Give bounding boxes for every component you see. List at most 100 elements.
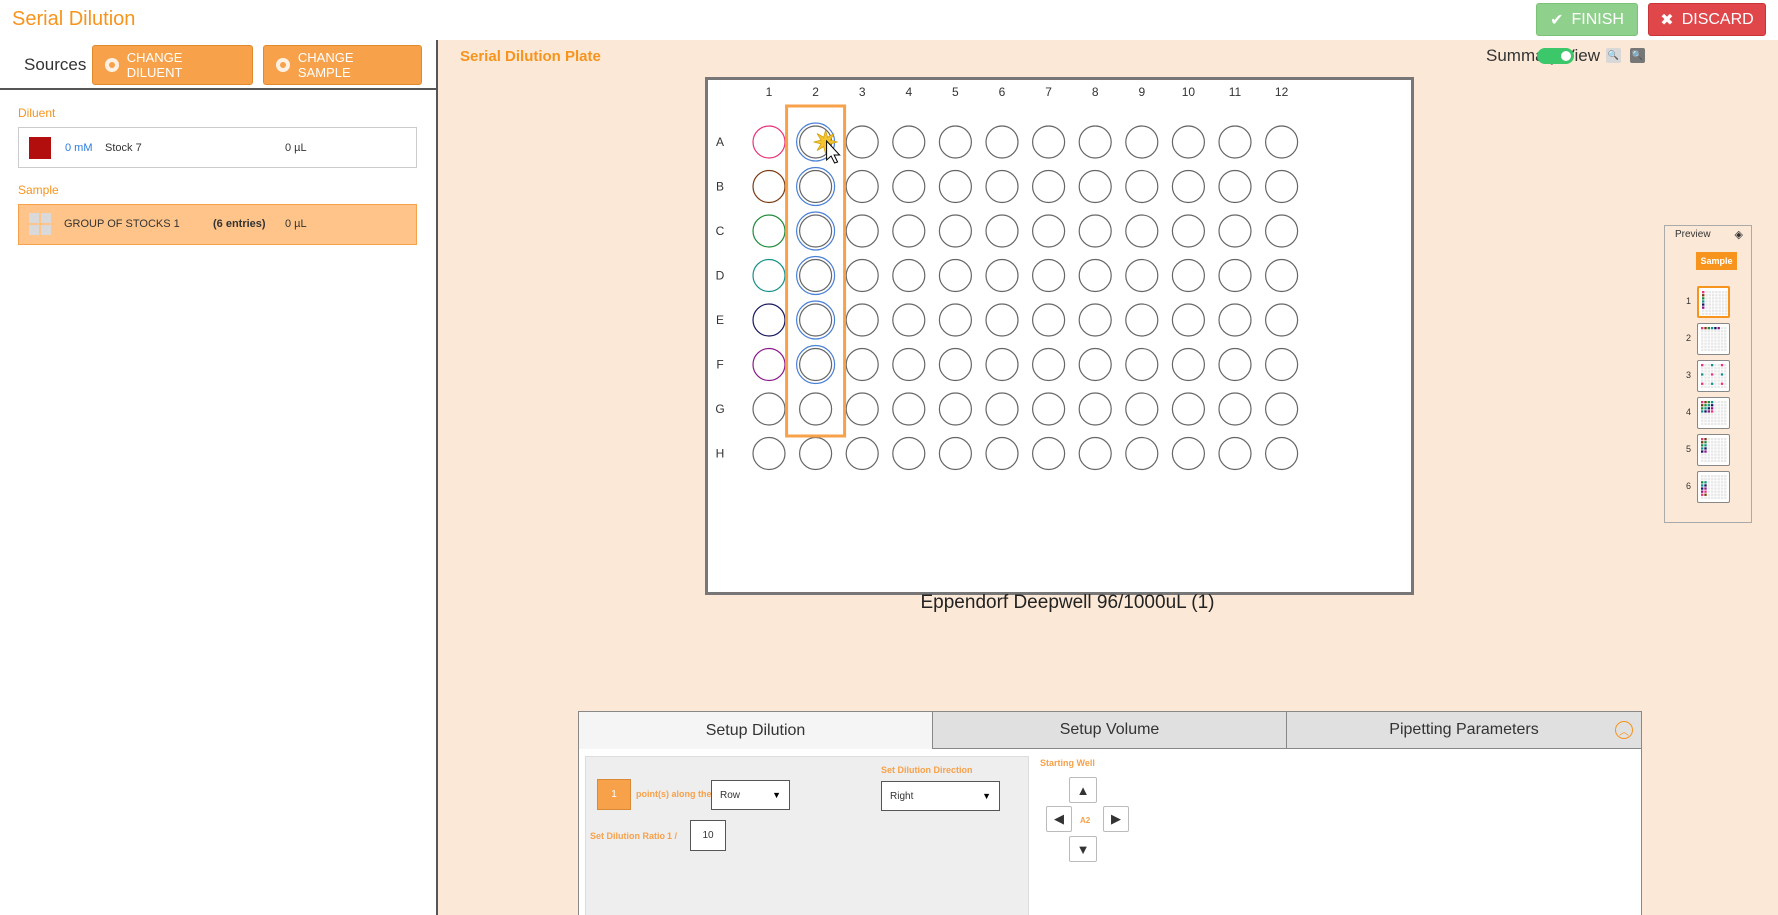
well-G12[interactable] (1264, 392, 1299, 426)
well-B12[interactable] (1264, 169, 1299, 204)
arrow-down-icon[interactable]: ▼ (1069, 836, 1097, 862)
well-G10[interactable] (1171, 392, 1205, 426)
well-A1[interactable] (752, 125, 786, 159)
sample-row[interactable]: GROUP OF STOCKS 1 (6 entries) 0 µL (18, 204, 417, 245)
well-E12[interactable] (1264, 303, 1299, 337)
preview-thumb-2[interactable] (1697, 323, 1730, 355)
direction-select[interactable]: Right ▼ (881, 781, 1000, 811)
points-input[interactable]: 1 (597, 779, 631, 810)
well-F5[interactable] (938, 347, 972, 382)
arrow-left-icon[interactable]: ◀ (1046, 806, 1072, 832)
well-F9[interactable] (1125, 347, 1159, 382)
ratio-input[interactable]: 10 (690, 820, 726, 851)
change-sample-button[interactable]: CHANGE SAMPLE (263, 45, 422, 85)
well-H9[interactable] (1125, 436, 1159, 471)
preview-thumb-5[interactable] (1697, 434, 1730, 466)
well-G6[interactable] (985, 392, 1019, 426)
well-A4[interactable] (892, 125, 926, 159)
well-G5[interactable] (938, 392, 972, 426)
eye-slash-icon[interactable]: ◈ (1735, 228, 1743, 241)
well-D5[interactable] (938, 258, 972, 293)
well-A12[interactable] (1264, 125, 1299, 159)
well-D6[interactable] (985, 258, 1019, 293)
well-G7[interactable] (1032, 392, 1066, 426)
well-C10[interactable] (1171, 214, 1205, 248)
preview-sample-button[interactable]: Sample (1696, 252, 1737, 270)
arrow-up-icon[interactable]: ▲ (1069, 777, 1097, 803)
well-B3[interactable] (845, 169, 879, 204)
well-E2[interactable] (798, 303, 833, 337)
well-A5[interactable] (938, 125, 972, 159)
tab-pipetting-parameters[interactable]: Pipetting Parameters (1287, 712, 1641, 749)
well-H6[interactable] (985, 436, 1019, 471)
well-H3[interactable] (845, 436, 879, 471)
well-E9[interactable] (1125, 303, 1159, 337)
well-E11[interactable] (1218, 303, 1252, 337)
well-B2[interactable] (798, 169, 833, 204)
well-D9[interactable] (1125, 258, 1159, 293)
diluent-row[interactable]: 0 mM Stock 7 0 µL (18, 127, 417, 168)
well-C5[interactable] (938, 214, 972, 248)
well-E8[interactable] (1078, 303, 1112, 337)
well-E1[interactable] (752, 303, 786, 337)
well-D10[interactable] (1171, 258, 1205, 293)
well-A6[interactable] (985, 125, 1019, 159)
well-B5[interactable] (938, 169, 972, 204)
well-H12[interactable] (1264, 436, 1299, 471)
well-F7[interactable] (1032, 347, 1066, 382)
well-B9[interactable] (1125, 169, 1159, 204)
well-H4[interactable] (892, 436, 926, 471)
well-C8[interactable] (1078, 214, 1112, 248)
well-E4[interactable] (892, 303, 926, 337)
well-A11[interactable] (1218, 125, 1252, 159)
finish-button[interactable]: ✔ FINISH (1536, 3, 1638, 36)
zoom-out-icon[interactable]: 🔍 (1606, 48, 1621, 63)
well-D12[interactable] (1264, 258, 1299, 293)
preview-thumb-1[interactable] (1697, 286, 1730, 318)
well-F8[interactable] (1078, 347, 1112, 382)
well-B7[interactable] (1032, 169, 1066, 204)
preview-thumb-3[interactable] (1697, 360, 1730, 392)
well-plate-grid[interactable]: 1 2 3 4 5 6 7 8 9 10 11 12ABCDEFGH (708, 80, 1411, 592)
well-F12[interactable] (1264, 347, 1299, 382)
tab-setup-dilution[interactable]: Setup Dilution (579, 712, 933, 749)
discard-button[interactable]: ✖ DISCARD (1648, 3, 1766, 36)
well-D4[interactable] (892, 258, 926, 293)
well-F11[interactable] (1218, 347, 1252, 382)
zoom-in-icon[interactable]: 🔍 (1630, 48, 1645, 63)
well-H1[interactable] (752, 436, 786, 471)
well-G3[interactable] (845, 392, 879, 426)
well-G8[interactable] (1078, 392, 1112, 426)
well-G2[interactable] (798, 392, 833, 426)
arrow-right-icon[interactable]: ▶ (1103, 806, 1129, 832)
well-A9[interactable] (1125, 125, 1159, 159)
well-B8[interactable] (1078, 169, 1112, 204)
well-E6[interactable] (985, 303, 1019, 337)
well-E10[interactable] (1171, 303, 1205, 337)
well-A3[interactable] (845, 125, 879, 159)
well-E7[interactable] (1032, 303, 1066, 337)
well-H8[interactable] (1078, 436, 1112, 471)
well-B6[interactable] (985, 169, 1019, 204)
well-F2[interactable] (798, 347, 833, 382)
well-C9[interactable] (1125, 214, 1159, 248)
well-C6[interactable] (985, 214, 1019, 248)
well-D8[interactable] (1078, 258, 1112, 293)
well-A7[interactable] (1032, 125, 1066, 159)
preview-thumb-6[interactable] (1697, 471, 1730, 503)
well-H5[interactable] (938, 436, 972, 471)
well-B4[interactable] (892, 169, 926, 204)
well-E5[interactable] (938, 303, 972, 337)
well-D1[interactable] (752, 258, 786, 293)
well-F1[interactable] (752, 347, 786, 382)
well-B1[interactable] (752, 169, 786, 204)
well-C7[interactable] (1032, 214, 1066, 248)
well-F10[interactable] (1171, 347, 1205, 382)
preview-thumb-4[interactable] (1697, 397, 1730, 429)
tab-setup-volume[interactable]: Setup Volume (933, 712, 1287, 749)
well-C12[interactable] (1264, 214, 1299, 248)
well-D7[interactable] (1032, 258, 1066, 293)
well-C4[interactable] (892, 214, 926, 248)
along-select[interactable]: Row ▼ (711, 780, 790, 810)
well-H2[interactable] (798, 436, 833, 471)
